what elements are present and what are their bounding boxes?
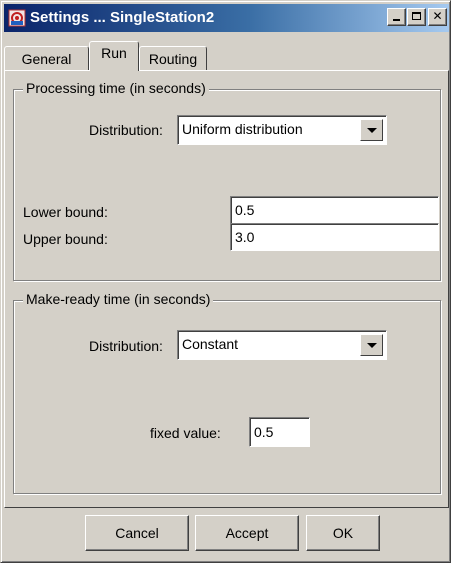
make-ready-time-legend: Make-ready time (in seconds) — [23, 291, 214, 307]
fixed-value-input[interactable] — [249, 417, 310, 447]
accept-button[interactable]: Accept — [195, 515, 299, 551]
processing-time-legend: Processing time (in seconds) — [23, 80, 209, 96]
close-button[interactable]: ✕ — [428, 8, 447, 26]
upper-bound-label: Upper bound: — [23, 231, 108, 247]
tab-general[interactable]: General — [4, 46, 89, 70]
processing-distribution-select[interactable]: Uniform distribution — [177, 115, 387, 145]
chevron-down-icon — [367, 128, 377, 133]
processing-distribution-label: Distribution: — [89, 122, 163, 138]
upper-bound-input[interactable] — [230, 223, 439, 251]
minimize-icon — [393, 19, 400, 21]
tab-run[interactable]: Run — [89, 41, 139, 71]
processing-distribution-value: Uniform distribution — [182, 121, 303, 137]
chevron-down-icon — [367, 343, 377, 348]
ok-button[interactable]: OK — [306, 515, 380, 551]
title-bar[interactable]: Settings ... SingleStation2 ✕ — [4, 4, 449, 32]
minimize-button[interactable] — [387, 8, 406, 26]
fixed-value-label: fixed value: — [150, 425, 221, 441]
make-ready-distribution-value: Constant — [182, 336, 239, 352]
maximize-icon — [412, 12, 421, 20]
close-icon: ✕ — [432, 9, 443, 23]
make-ready-distribution-dropdown-button[interactable] — [360, 334, 383, 356]
processing-distribution-dropdown-button[interactable] — [360, 119, 383, 141]
app-icon — [8, 9, 26, 27]
cancel-button[interactable]: Cancel — [85, 515, 189, 551]
lower-bound-label: Lower bound: — [23, 204, 108, 220]
lower-bound-input[interactable] — [230, 196, 439, 224]
make-ready-distribution-select[interactable]: Constant — [177, 330, 387, 360]
tab-routing[interactable]: Routing — [139, 46, 207, 70]
maximize-button[interactable] — [407, 8, 426, 26]
make-ready-distribution-label: Distribution: — [89, 338, 163, 354]
settings-window: Settings ... SingleStation2 ✕ General Ru… — [0, 0, 451, 563]
window-title: Settings ... SingleStation2 — [30, 9, 215, 26]
